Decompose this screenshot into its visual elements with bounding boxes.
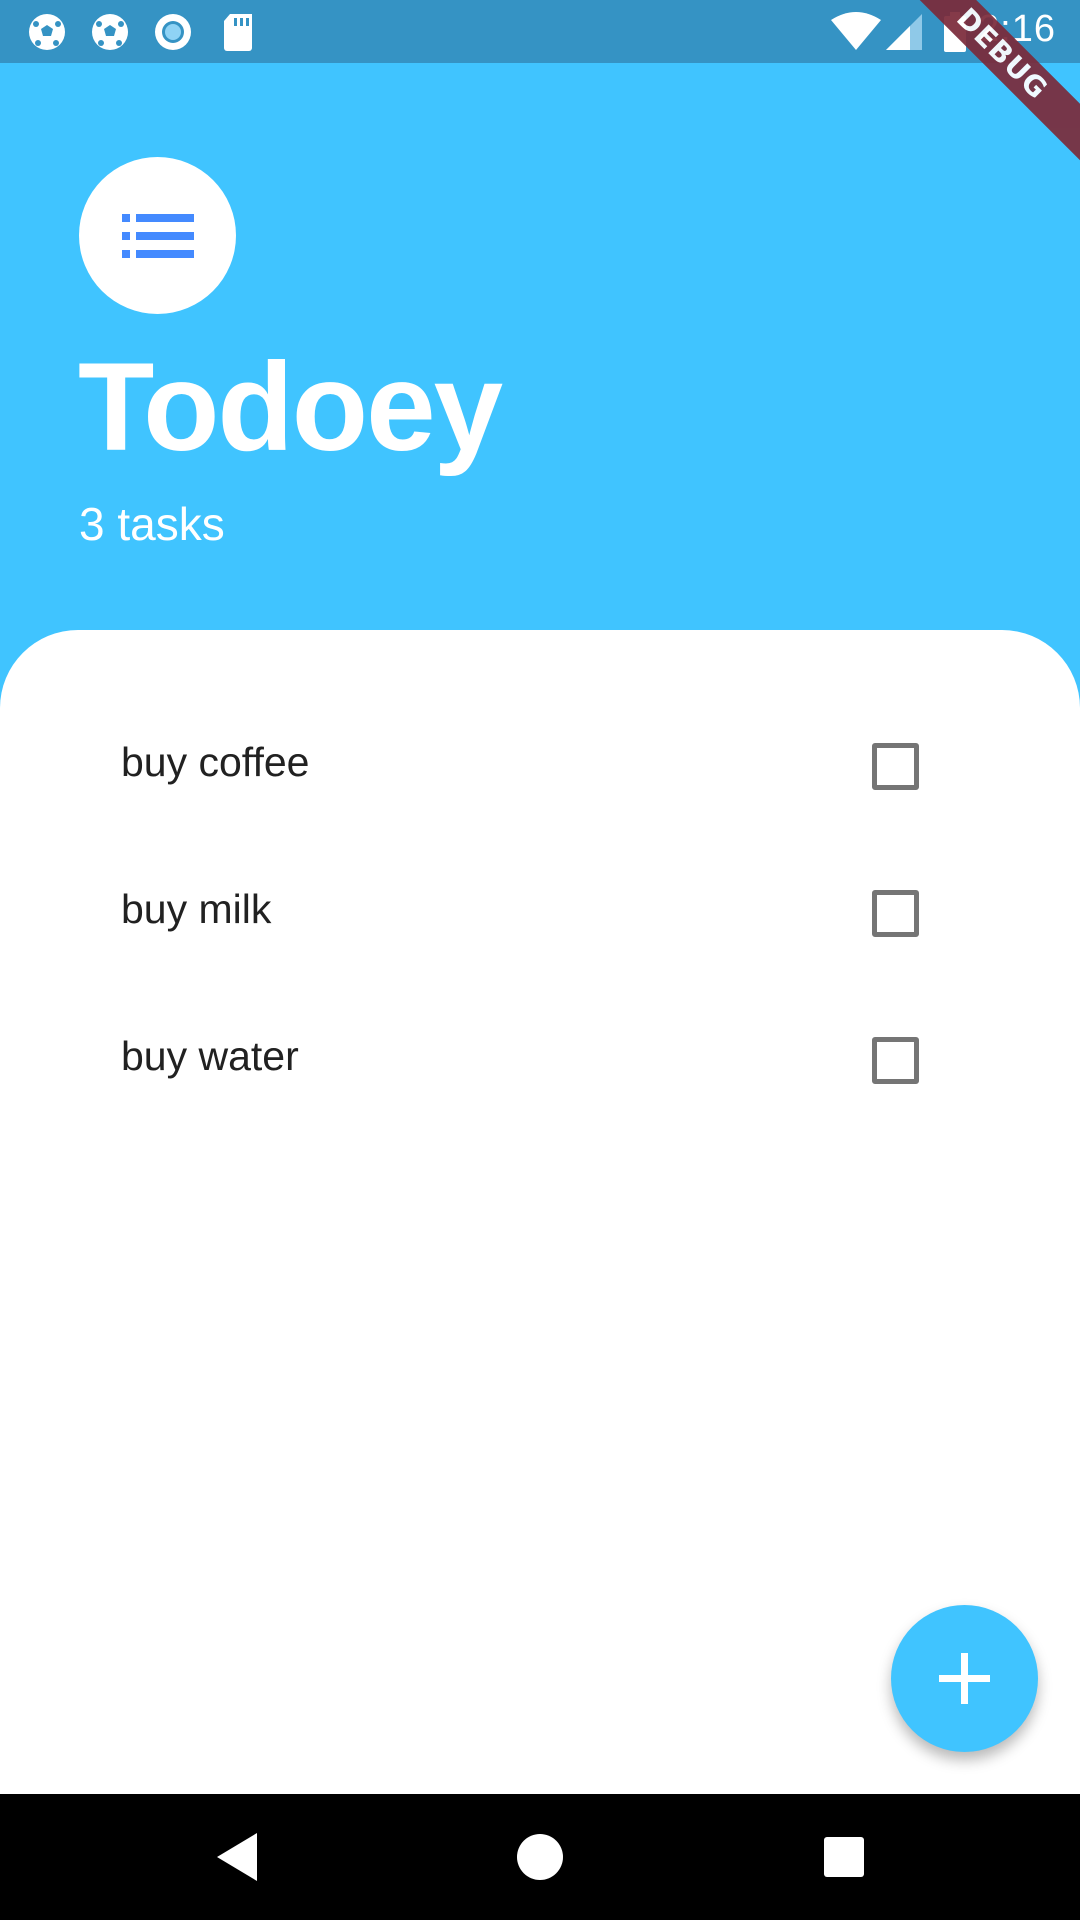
navigation-bar <box>0 1794 1080 1920</box>
status-bar: 2:16 <box>0 0 1080 63</box>
recents-icon[interactable] <box>816 1829 872 1885</box>
soccer-ball-icon <box>29 14 65 50</box>
task-checkbox[interactable] <box>872 890 919 937</box>
page-title: Todoey <box>78 338 503 477</box>
plus-icon <box>939 1653 990 1704</box>
task-label: buy water <box>121 1033 299 1079</box>
ring-notification-icon <box>155 14 191 50</box>
sd-card-icon <box>224 14 252 51</box>
back-icon[interactable] <box>213 1829 269 1885</box>
task-count: 3 tasks <box>79 498 225 550</box>
task-row[interactable]: buy water <box>0 985 1080 1132</box>
task-checkbox[interactable] <box>872 1037 919 1084</box>
add-task-button[interactable] <box>891 1605 1038 1752</box>
app-logo <box>79 157 236 314</box>
task-list-panel: buy coffee buy milk buy water <box>0 630 1080 1794</box>
soccer-ball-icon <box>92 14 128 50</box>
cellular-signal-icon <box>886 14 922 50</box>
task-row[interactable]: buy coffee <box>0 691 1080 838</box>
list-icon <box>122 214 194 258</box>
wifi-icon <box>831 12 881 50</box>
task-label: buy coffee <box>121 739 310 785</box>
task-label: buy milk <box>121 886 272 932</box>
app-screen: 2:16 DEBUG Todoey 3 tasks buy coffee buy… <box>0 0 1080 1920</box>
home-icon[interactable] <box>512 1829 568 1885</box>
task-checkbox[interactable] <box>872 743 919 790</box>
task-row[interactable]: buy milk <box>0 838 1080 985</box>
